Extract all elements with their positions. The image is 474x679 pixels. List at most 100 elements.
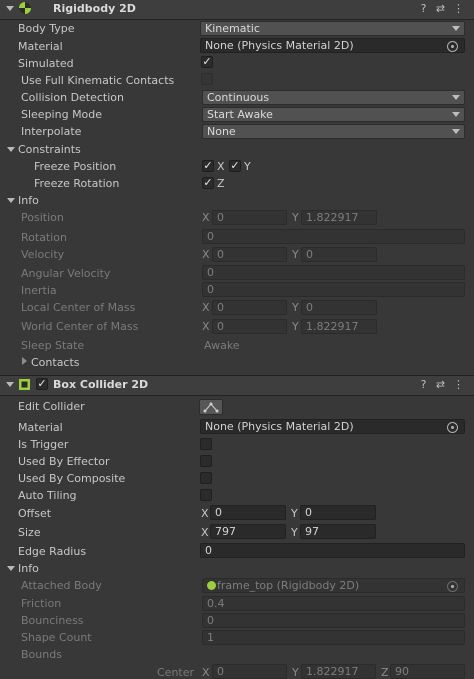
sleeping-mode-dropdown[interactable]: Start Awake — [202, 107, 465, 122]
collider-info-label[interactable]: Info — [18, 562, 39, 575]
friction-field: 0.4 — [202, 596, 465, 611]
more-options-icon[interactable]: ⋮ — [452, 2, 465, 15]
sleep-state-label: Sleep State — [21, 339, 85, 352]
rotation-field: 0 — [202, 229, 465, 244]
position-label: Position — [21, 211, 64, 224]
world-com-x-field: 0 — [212, 319, 287, 334]
contacts-foldout-icon[interactable] — [22, 357, 27, 365]
size-label: Size — [18, 526, 41, 539]
body-type-dropdown[interactable]: Kinematic — [200, 21, 465, 36]
velocity-x-axis: X — [202, 248, 210, 261]
is-trigger-checkbox[interactable] — [200, 438, 212, 450]
box-collider-header[interactable]: ✓ Box Collider 2D ? ⇄ ⋮ — [0, 375, 474, 396]
edit-collider-button[interactable] — [199, 399, 223, 415]
freeze-position-x-checkbox[interactable]: ✓ — [202, 160, 214, 172]
collider-material-value: None (Physics Material 2D) — [205, 420, 354, 433]
used-by-effector-label: Used By Effector — [18, 455, 110, 468]
box-collider-icon — [19, 379, 30, 390]
info-label[interactable]: Info — [18, 194, 39, 207]
used-by-composite-checkbox[interactable] — [200, 472, 212, 484]
contacts-label[interactable]: Contacts — [31, 356, 80, 369]
attached-body-field: frame_top (Rigidbody 2D) — [202, 578, 465, 593]
inertia-label: Inertia — [21, 284, 57, 297]
velocity-x-field: 0 — [212, 247, 287, 262]
size-x-field[interactable]: 797 — [210, 524, 286, 539]
offset-x-axis[interactable]: X — [201, 507, 209, 520]
world-com-x-axis: X — [202, 320, 210, 333]
friction-label: Friction — [21, 597, 62, 610]
position-y-axis: Y — [292, 211, 299, 224]
size-x-axis[interactable]: X — [201, 526, 209, 539]
used-by-effector-checkbox[interactable] — [200, 455, 212, 467]
object-picker-icon[interactable] — [447, 41, 458, 52]
local-com-y-field: 0 — [301, 300, 377, 315]
object-picker-icon — [447, 581, 458, 592]
local-com-x-field: 0 — [212, 300, 287, 315]
collider-info-foldout-icon[interactable] — [7, 566, 15, 571]
edge-radius-field[interactable]: 0 — [200, 543, 465, 558]
offset-label: Offset — [18, 507, 52, 520]
full-kinematic-checkbox[interactable] — [201, 73, 213, 85]
simulated-checkbox[interactable]: ✓ — [201, 56, 213, 68]
shape-count-field: 1 — [202, 630, 465, 645]
material-field[interactable]: None (Physics Material 2D) — [200, 38, 465, 53]
attached-body-rigidbody-icon — [207, 581, 216, 590]
local-com-y-axis: Y — [292, 301, 299, 314]
used-by-composite-label: Used By Composite — [18, 472, 126, 485]
angular-velocity-field: 0 — [202, 265, 465, 280]
position-x-axis: X — [202, 211, 210, 224]
constraints-foldout-icon[interactable] — [7, 147, 15, 152]
rigidbody-header[interactable]: Rigidbody 2D ? ⇄ ⋮ — [0, 0, 474, 20]
edit-collider-icon — [203, 402, 219, 413]
angular-velocity-label: Angular Velocity — [21, 267, 111, 280]
size-y-axis[interactable]: Y — [291, 526, 298, 539]
freeze-position-x-label: X — [217, 160, 225, 173]
bounciness-field: 0 — [202, 613, 465, 628]
freeze-rotation-z-label: Z — [217, 177, 225, 190]
more-options-icon[interactable]: ⋮ — [452, 378, 465, 391]
auto-tiling-checkbox[interactable] — [200, 489, 212, 501]
world-com-y-field: 1.822917 — [301, 319, 377, 334]
constraints-label[interactable]: Constraints — [18, 143, 81, 156]
freeze-rotation-z-checkbox[interactable]: ✓ — [202, 177, 214, 189]
center-x-field: 0 — [212, 664, 287, 679]
bounciness-label: Bounciness — [21, 614, 84, 627]
dropdown-arrow-icon — [452, 26, 460, 31]
help-icon[interactable]: ? — [417, 2, 430, 15]
material-label: Material — [18, 40, 63, 53]
auto-tiling-label: Auto Tiling — [18, 489, 77, 502]
position-y-field: 1.822917 — [301, 210, 377, 225]
rigidbody-icon — [19, 2, 31, 14]
collider-material-field[interactable]: None (Physics Material 2D) — [200, 419, 465, 434]
center-y-field: 1.822917 — [301, 664, 376, 679]
offset-x-field[interactable]: 0 — [210, 505, 286, 520]
size-y-field[interactable]: 97 — [300, 524, 376, 539]
object-picker-icon[interactable] — [447, 422, 458, 433]
foldout-arrow-icon[interactable] — [6, 382, 14, 387]
rotation-label: Rotation — [21, 231, 68, 244]
center-z-field: 90 — [390, 664, 465, 679]
collision-detection-dropdown[interactable]: Continuous — [202, 90, 465, 105]
dropdown-arrow-icon — [452, 95, 460, 100]
help-icon[interactable]: ? — [417, 378, 430, 391]
interpolate-dropdown[interactable]: None — [202, 124, 465, 139]
world-com-y-axis: Y — [292, 320, 299, 333]
info-foldout-icon[interactable] — [7, 198, 15, 203]
collision-detection-value: Continuous — [207, 91, 270, 104]
collider-material-label: Material — [18, 421, 63, 434]
shape-count-label: Shape Count — [21, 631, 92, 644]
collision-detection-label: Collision Detection — [21, 91, 125, 104]
sleeping-mode-label: Sleeping Mode — [21, 108, 103, 121]
presets-icon[interactable]: ⇄ — [434, 378, 447, 391]
freeze-position-y-checkbox[interactable]: ✓ — [229, 160, 241, 172]
edge-radius-label: Edge Radius — [18, 545, 87, 558]
offset-y-field[interactable]: 0 — [300, 505, 376, 520]
full-kinematic-label: Use Full Kinematic Contacts — [21, 74, 175, 87]
offset-y-axis[interactable]: Y — [291, 507, 298, 520]
component-enabled-checkbox[interactable]: ✓ — [36, 378, 48, 390]
freeze-position-y-label: Y — [244, 160, 251, 173]
position-x-field: 0 — [212, 210, 287, 225]
component-title: Rigidbody 2D — [53, 2, 136, 15]
presets-icon[interactable]: ⇄ — [434, 2, 447, 15]
foldout-arrow-icon[interactable] — [6, 6, 14, 11]
